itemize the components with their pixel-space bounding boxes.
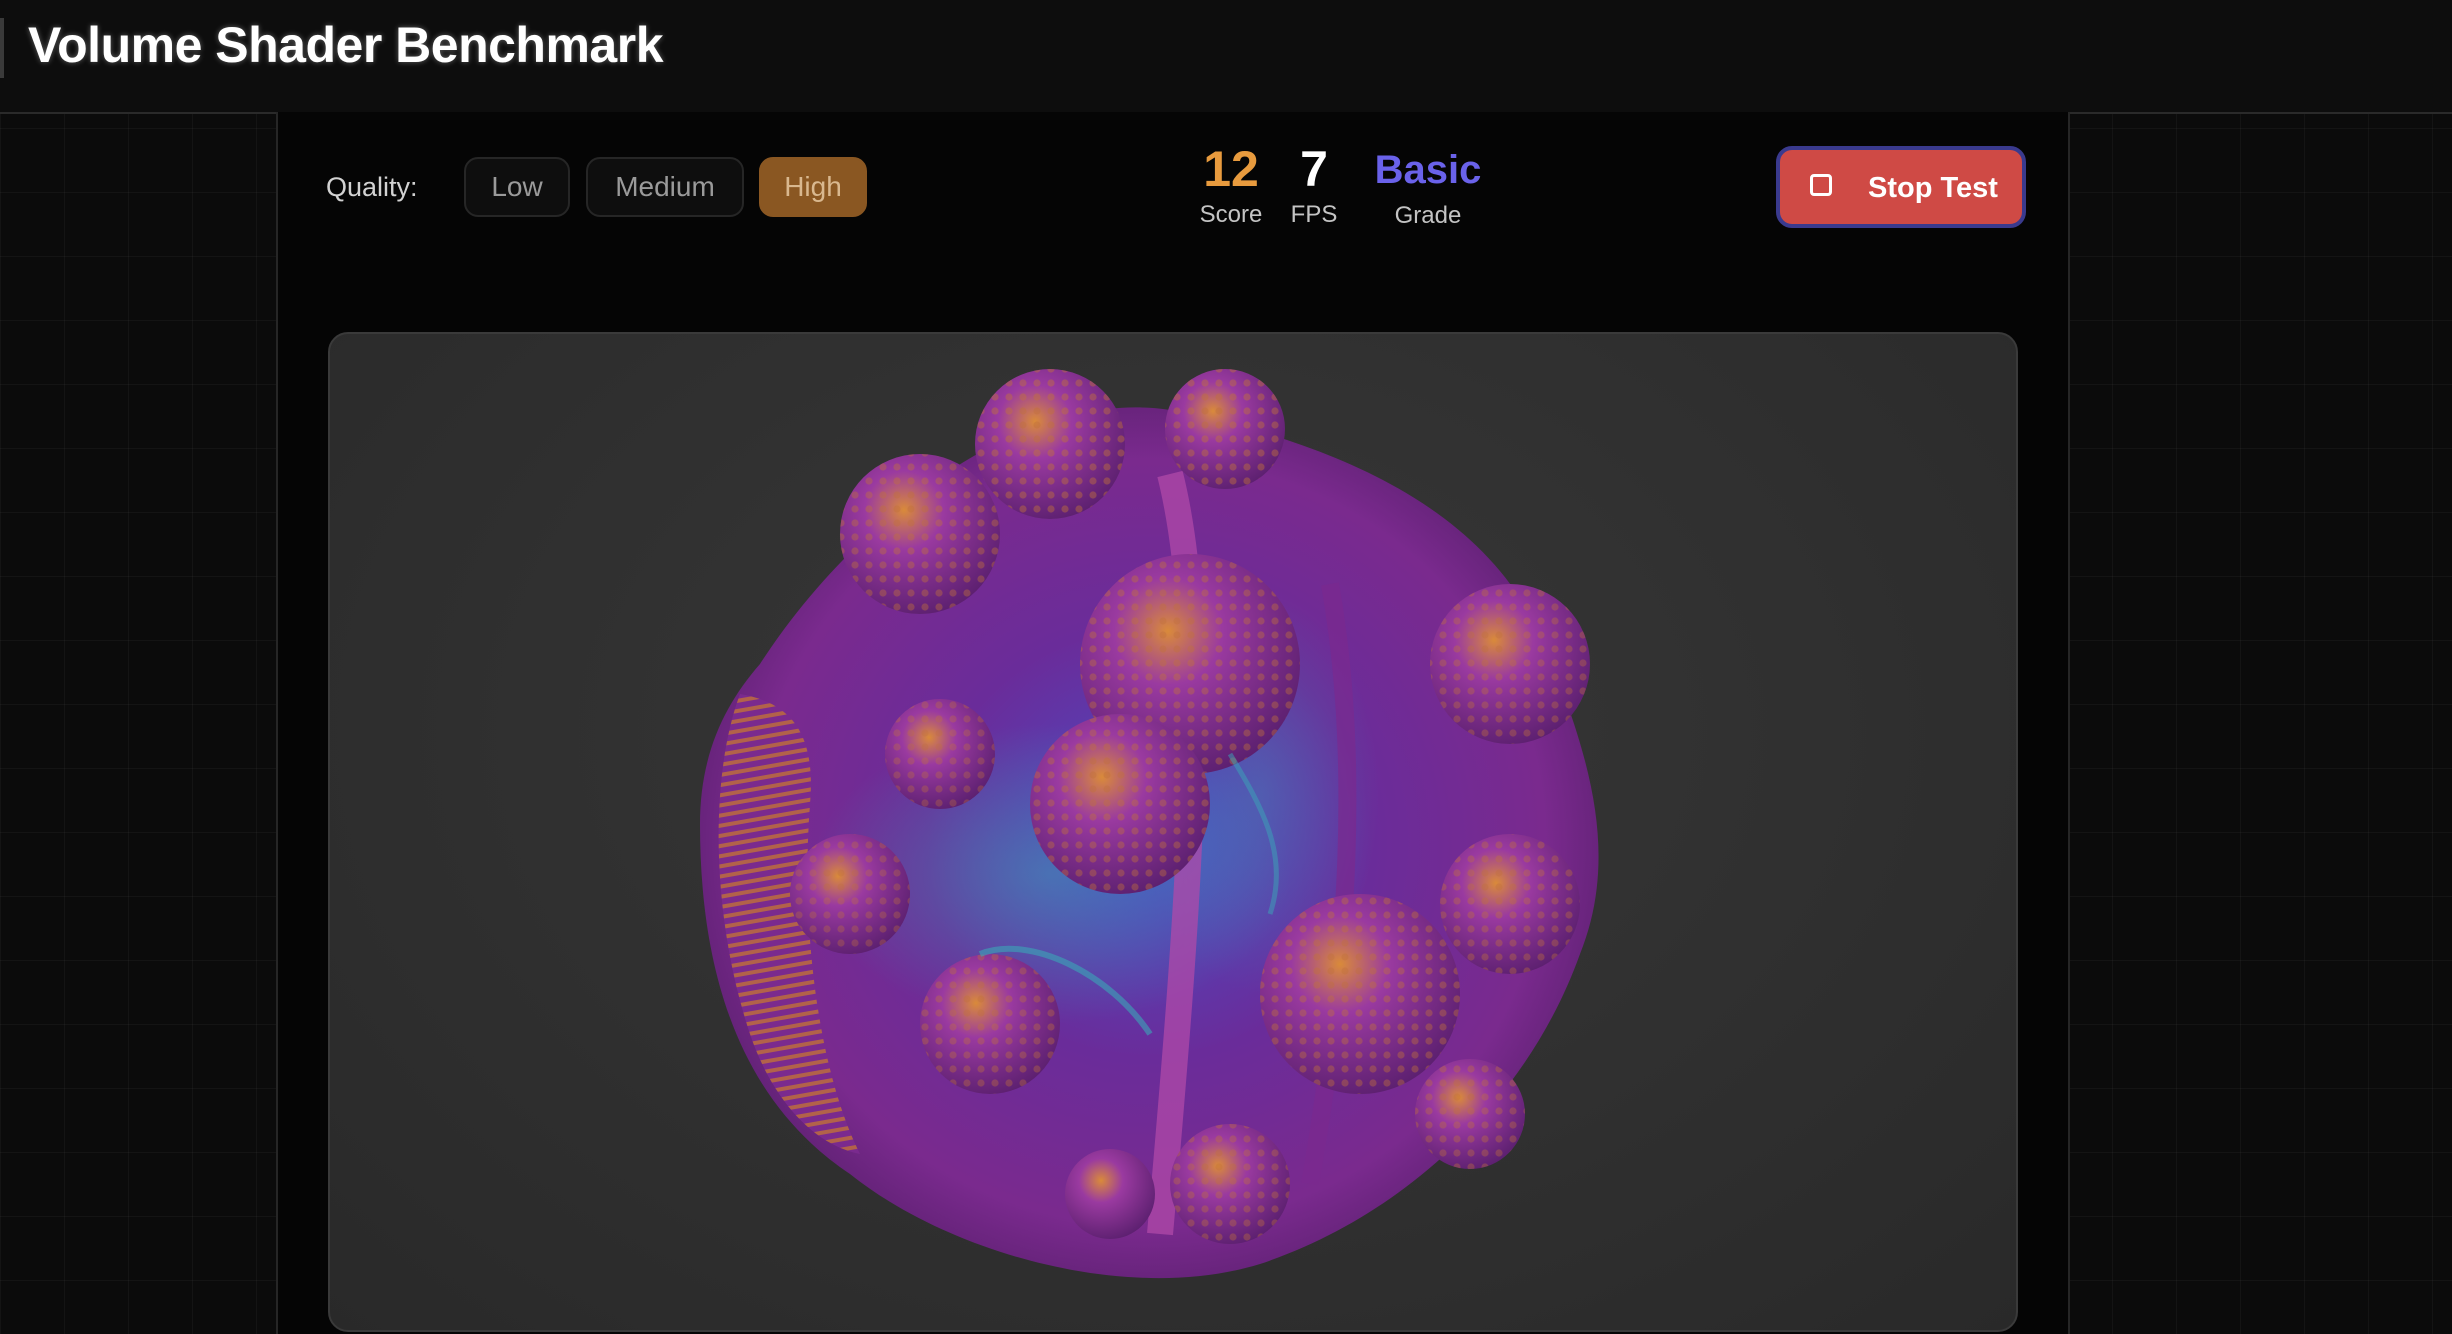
- topbar-accent: [0, 18, 4, 78]
- stop-test-button[interactable]: Stop Test: [1776, 146, 2026, 228]
- app-title: Volume Shader Benchmark: [28, 17, 664, 73]
- control-bar: Quality: Low Medium High 12 Score 7 FPS …: [278, 112, 2068, 312]
- stop-test-label: Stop Test: [1868, 172, 1998, 204]
- fps-stat: 7 FPS: [1264, 142, 1364, 229]
- quality-label: Quality:: [326, 172, 418, 202]
- grade-label: Grade: [1394, 202, 1462, 229]
- fractal-render: [700, 369, 1599, 1279]
- fractal-shape: [700, 369, 1599, 1279]
- app-root: Volume Shader Benchmark Quality: Low Med…: [0, 0, 2452, 1334]
- grade-stat: Basic Grade: [1353, 142, 1503, 230]
- quality-medium-button[interactable]: Medium: [586, 157, 744, 217]
- grade-value: Basic: [1374, 148, 1482, 192]
- quality-low-button[interactable]: Low: [464, 157, 570, 217]
- fps-label: FPS: [1290, 201, 1338, 228]
- fps-value: 7: [1300, 141, 1328, 197]
- quality-high-button[interactable]: High: [759, 157, 867, 217]
- render-canvas[interactable]: [328, 332, 2018, 1332]
- benchmark-panel: Quality: Low Medium High 12 Score 7 FPS …: [276, 112, 2070, 1334]
- stop-square-icon: [1810, 174, 1832, 196]
- top-bar: Volume Shader Benchmark: [0, 0, 2452, 114]
